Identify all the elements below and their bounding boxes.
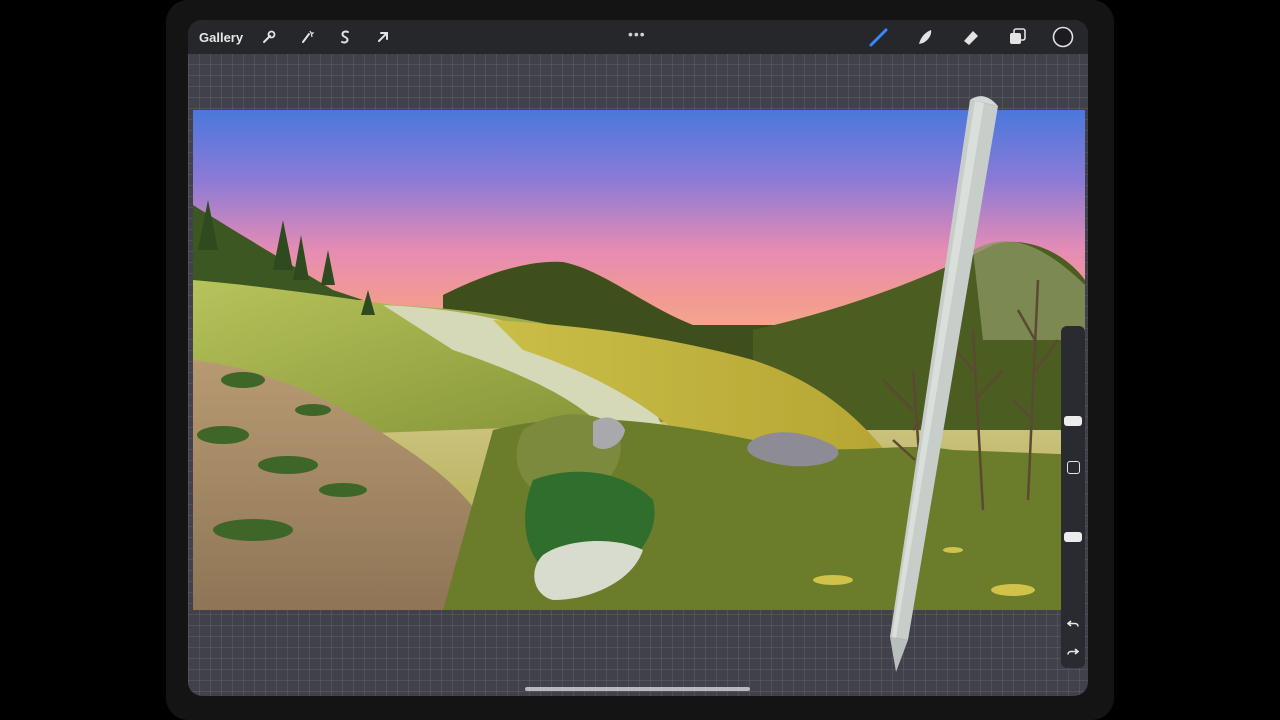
apple-pencil [890, 96, 998, 672]
